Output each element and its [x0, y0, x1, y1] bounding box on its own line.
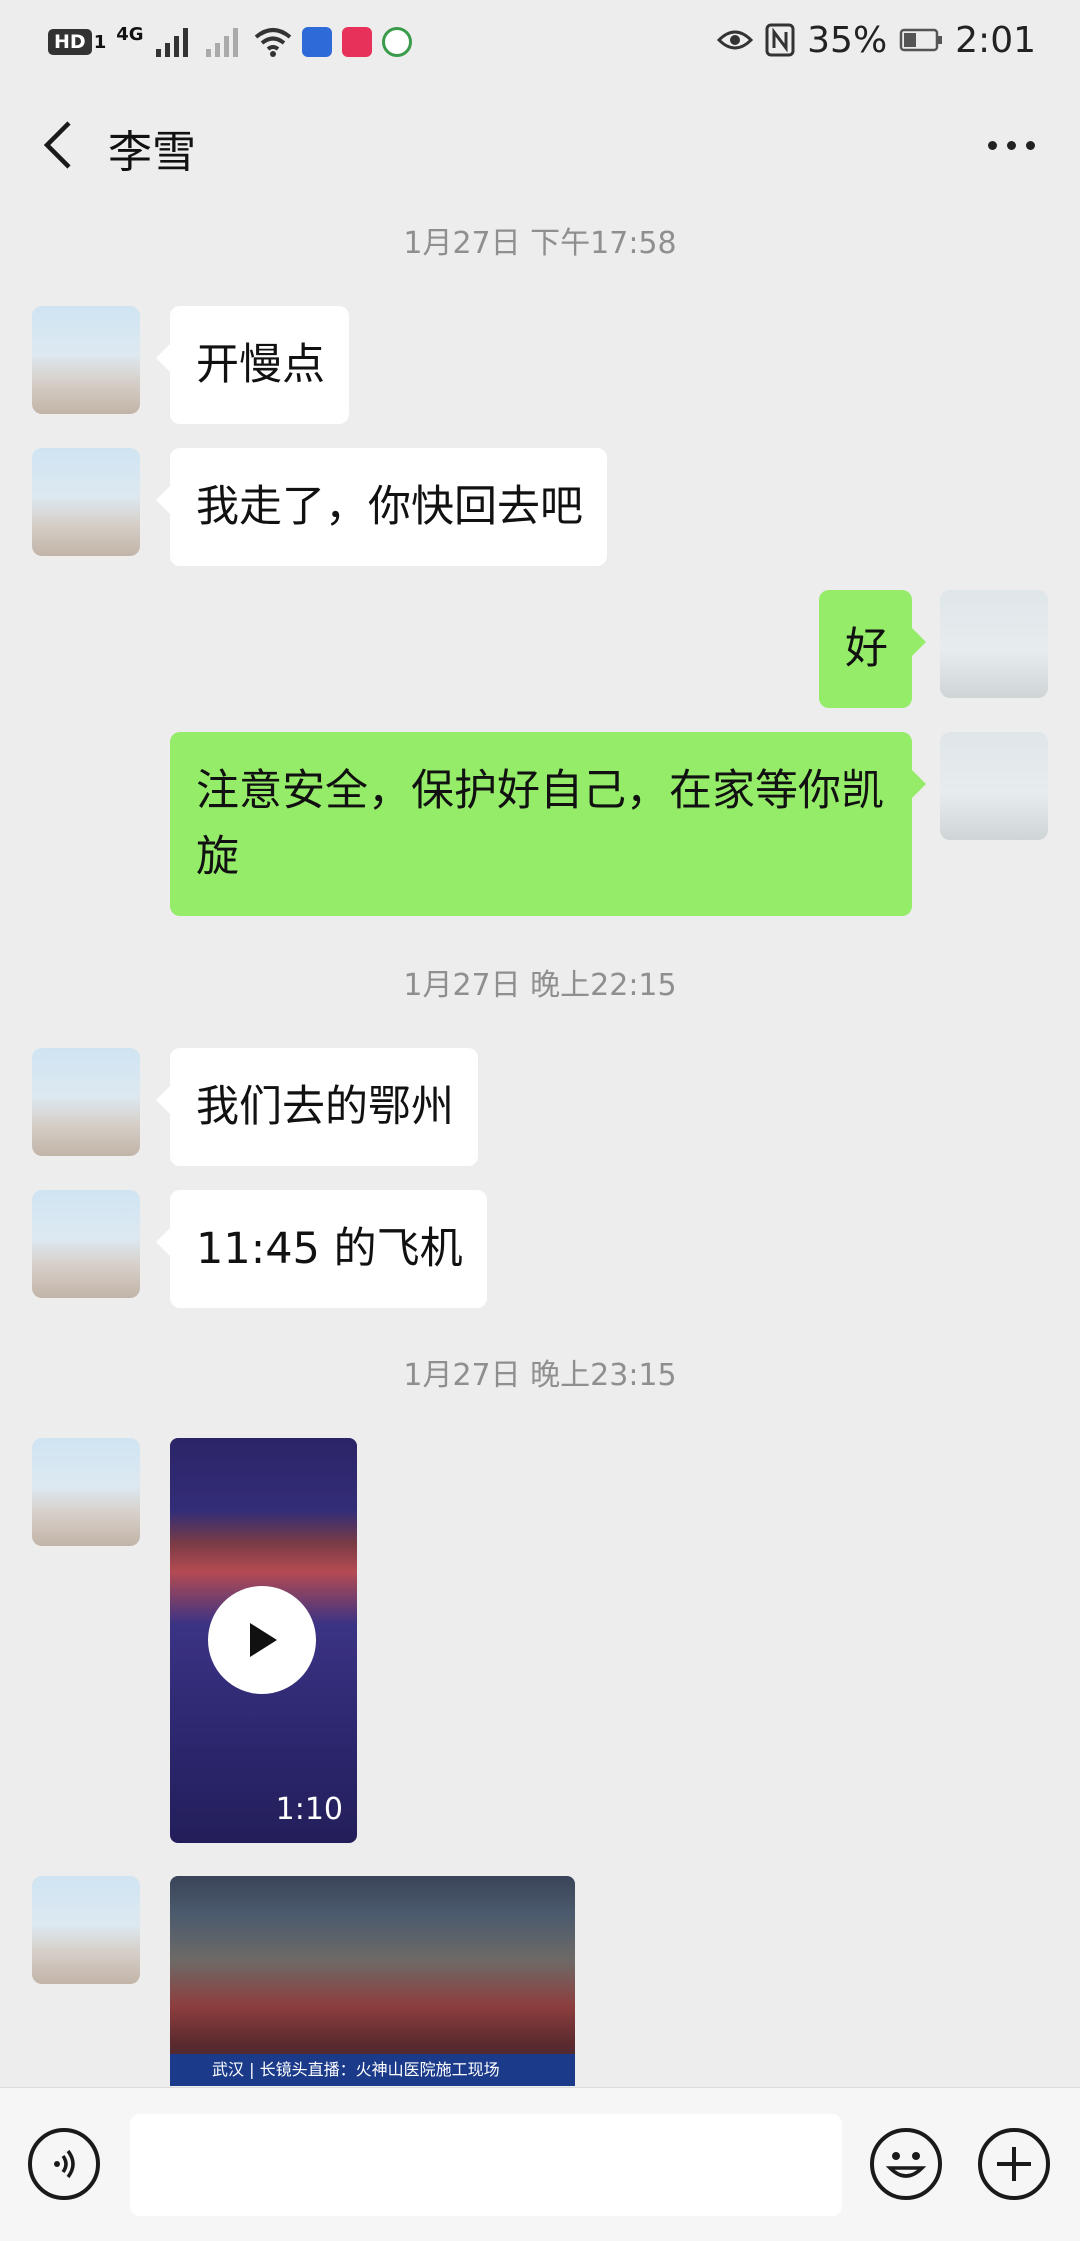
video-app-icon	[341, 27, 372, 57]
chat-title: 李雪	[108, 127, 196, 178]
more-options-button[interactable]	[976, 118, 1046, 172]
status-bar: HD 1 4G 35% 2:01	[0, 0, 1080, 80]
eye-comfort-icon	[717, 30, 754, 50]
contact-avatar[interactable]	[32, 1438, 140, 1546]
emoji-button[interactable]	[870, 2128, 942, 2200]
more-dot-icon	[987, 140, 997, 150]
own-avatar[interactable]	[940, 732, 1048, 840]
status-left: HD 1 4G	[48, 22, 412, 62]
video-message[interactable]: 1:10	[170, 1438, 357, 1843]
chat-header: 李雪	[0, 80, 1080, 210]
voice-input-button[interactable]	[28, 2128, 100, 2200]
status-right: 35% 2:01	[717, 18, 1036, 62]
timestamp: 1月27日 晚上23:15	[403, 1358, 677, 1393]
signal-icon	[155, 28, 188, 57]
own-avatar[interactable]	[940, 590, 1048, 698]
smiley-icon	[885, 2152, 927, 2178]
message-bubble-incoming[interactable]: 我们去的鄂州	[156, 1048, 478, 1166]
network-type-label: 4G	[116, 23, 144, 45]
message-bubble-incoming[interactable]: 11:45 的飞机	[156, 1190, 487, 1308]
voice-icon	[54, 2149, 75, 2179]
message-bubble-outgoing[interactable]: 好	[819, 590, 926, 708]
hd-badge: HD	[48, 29, 92, 55]
battery-percent: 35%	[807, 19, 888, 61]
nfc-icon	[765, 23, 795, 57]
message-input[interactable]	[130, 2114, 842, 2216]
timestamp: 1月27日 下午17:58	[403, 226, 677, 261]
news-app-icon	[381, 27, 412, 57]
chevron-left-icon	[43, 121, 71, 169]
battery-icon	[899, 28, 943, 52]
input-bar	[0, 2087, 1080, 2241]
message-bubble-incoming[interactable]: 开慢点	[156, 306, 349, 424]
baidu-app-icon	[301, 27, 332, 57]
more-dot-icon	[1006, 140, 1016, 150]
more-dot-icon	[1025, 140, 1035, 150]
contact-avatar[interactable]	[32, 1048, 140, 1156]
contact-avatar[interactable]	[32, 448, 140, 556]
message-bubble-incoming[interactable]: 我走了，你快回去吧	[156, 448, 607, 566]
play-button[interactable]	[208, 1586, 316, 1694]
contact-avatar[interactable]	[32, 306, 140, 414]
timestamp: 1月27日 晚上22:15	[403, 968, 677, 1003]
sim-slot-label: 1	[93, 31, 107, 53]
message-bubble-outgoing[interactable]: 注意安全，保护好自己，在家等你凯旋	[170, 732, 926, 916]
clock-time: 2:01	[955, 19, 1036, 61]
plus-icon	[997, 2147, 1031, 2181]
wifi-icon	[254, 28, 291, 57]
video-duration: 1:10	[275, 1792, 343, 1827]
contact-avatar[interactable]	[32, 1190, 140, 1298]
play-icon	[250, 1623, 277, 1657]
contact-avatar[interactable]	[32, 1876, 140, 1984]
image-caption: 武汉 | 长镜头直播：火神山医院施工现场	[170, 2054, 575, 2086]
image-message[interactable]: 武汉 | 长镜头直播：火神山医院施工现场	[170, 1876, 575, 2086]
signal-secondary-icon	[205, 28, 238, 57]
more-functions-button[interactable]	[978, 2128, 1050, 2200]
back-button[interactable]	[28, 110, 88, 180]
